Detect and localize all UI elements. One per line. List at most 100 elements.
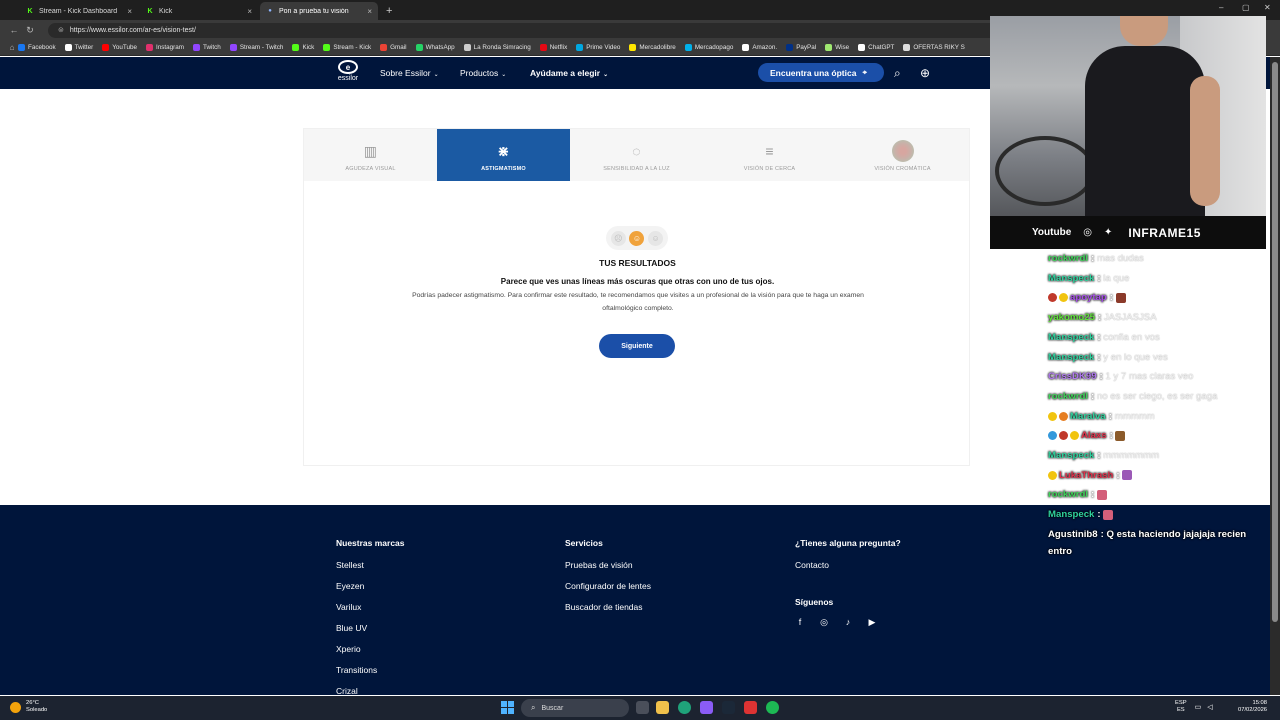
chat-message: Maralva: mmmmm — [1048, 407, 1262, 427]
minimize-icon[interactable]: – — [1219, 3, 1223, 12]
find-optician-button[interactable]: Encuentra una óptica ⌖ — [758, 63, 884, 82]
facebook-icon[interactable]: f — [795, 617, 805, 628]
footer-services: Servicios Pruebas de visión Configurador… — [565, 538, 651, 623]
reload-icon[interactable]: ↻ — [22, 25, 38, 36]
bookmark-item[interactable]: Gmail — [380, 44, 407, 51]
bookmark-item[interactable]: Facebook — [18, 44, 56, 51]
bookmark-item[interactable]: Stream - Kick — [323, 44, 371, 51]
bookmark-item[interactable]: WhatsApp — [415, 44, 455, 51]
page-scrollbar[interactable] — [1270, 57, 1280, 695]
nav-label: Ayúdame a elegir — [530, 68, 601, 78]
nav-sobre-essilor[interactable]: Sobre Essilor ⌄ — [380, 68, 439, 78]
windows-start-icon[interactable] — [501, 701, 514, 714]
close-tab-icon[interactable]: × — [247, 7, 252, 16]
bookmark-item[interactable]: Kick — [292, 44, 314, 51]
footer-link[interactable]: Contacto — [795, 560, 901, 581]
browser-tab[interactable]: ● Pon a prueba tu visión × — [260, 2, 378, 20]
bookmark-item[interactable]: Netflix — [539, 44, 567, 51]
bookmark-item[interactable]: Prime Video — [576, 44, 620, 51]
bookmark-item[interactable]: ChatGPT — [858, 44, 894, 51]
chat-username: Agustinib8 — [1048, 528, 1098, 540]
nav-label: Productos — [460, 68, 499, 78]
chat-emote-icon — [1115, 292, 1126, 303]
bookmark-item[interactable]: Instagram — [145, 44, 184, 51]
footer-heading: ¿Tienes alguna pregunta? — [795, 538, 901, 548]
tab-astigmatismo[interactable]: ⋇ ASTIGMATISMO — [437, 129, 570, 181]
stream-handle: INFRAME15 — [1128, 225, 1201, 240]
globe-icon[interactable]: ⊕ — [920, 66, 930, 80]
language-indicator[interactable]: ESP ES — [1175, 700, 1187, 714]
file-explorer-icon[interactable] — [656, 701, 669, 714]
browser-tab-label: Pon a prueba tu visión — [279, 7, 349, 15]
taskbar-clock[interactable]: 15:08 07/02/2026 — [1238, 700, 1267, 714]
obs-icon[interactable] — [744, 701, 757, 714]
search-icon: ⌕ — [531, 703, 536, 712]
bookmark-item[interactable]: YouTube — [102, 44, 137, 51]
maximize-icon[interactable]: ▢ — [1242, 3, 1250, 12]
footer-link[interactable]: Crizal — [336, 686, 405, 695]
tab-sensibilidad-luz[interactable]: ◌ SENSIBILIDAD A LA LUZ — [570, 129, 703, 181]
url-field[interactable]: ⊜ https://www.essilor.com/ar-es/vision-t… — [48, 22, 998, 38]
tab-vision-cerca[interactable]: ≡ VISIÓN DE CERCA — [703, 129, 836, 181]
taskbar-search[interactable]: ⌕ Buscar — [521, 699, 629, 717]
task-view-icon[interactable] — [636, 701, 649, 714]
footer-link[interactable]: Pruebas de visión — [565, 560, 651, 581]
bookmark-item[interactable]: Mercadopago — [684, 44, 733, 51]
bookmark-item[interactable]: OFERTAS RIKY S — [903, 44, 965, 51]
tiktok-icon[interactable]: ♪ — [843, 617, 853, 628]
bookmark-item[interactable]: Stream - Twitch — [229, 44, 283, 51]
bookmark-favicon-icon — [684, 44, 692, 51]
youtube-icon[interactable]: ▶ — [867, 617, 877, 628]
nav-ayudame-a-elegir[interactable]: Ayúdame a elegir ⌄ — [530, 68, 608, 78]
spotify-icon[interactable] — [766, 701, 779, 714]
browser-tab[interactable]: K Stream - Kick Dashboard × — [20, 2, 138, 20]
network-icon[interactable]: ▭ — [1195, 704, 1202, 711]
chat-badge-icon — [1070, 431, 1079, 441]
nav-productos[interactable]: Productos ⌄ — [460, 68, 506, 78]
discord-icon[interactable] — [700, 701, 713, 714]
weather-temp: 26°C — [26, 700, 39, 706]
site-info-icon[interactable]: ⊜ — [58, 26, 64, 34]
tab-vision-cromatica[interactable]: VISIÓN CROMÁTICA — [836, 129, 969, 181]
bookmark-label: WhatsApp — [425, 44, 455, 51]
chat-username: apoytap — [1070, 292, 1107, 304]
essilor-logo[interactable]: e essilor — [335, 60, 361, 86]
next-button[interactable]: Siguiente — [599, 334, 675, 358]
weather-widget[interactable]: 26°C Soleado — [10, 700, 47, 714]
close-tab-icon[interactable]: × — [367, 7, 372, 16]
bookmark-item[interactable]: Mercadolibre — [629, 44, 676, 51]
bookmark-item[interactable]: La Ronda Simracing — [463, 44, 531, 51]
bookmark-item[interactable]: Twitter — [64, 44, 93, 51]
footer-link[interactable]: Varilux — [336, 602, 405, 623]
bookmark-item[interactable]: PayPal — [786, 44, 816, 51]
footer-link[interactable]: Buscador de tiendas — [565, 602, 651, 623]
instagram-icon[interactable]: ◎ — [819, 617, 829, 628]
bookmark-favicon-icon — [323, 44, 331, 51]
new-tab-button[interactable]: + — [386, 2, 392, 20]
footer-link[interactable]: Blue UV — [336, 623, 405, 644]
bookmark-favicon-icon — [629, 44, 637, 51]
tab-agudeza-visual[interactable]: ▥ AGUDEZA VISUAL — [304, 129, 437, 181]
footer-link[interactable]: Configurador de lentes — [565, 581, 651, 602]
bookmark-item[interactable]: Amazon. — [742, 44, 777, 51]
scrollbar-thumb[interactable] — [1272, 62, 1278, 622]
footer-link[interactable]: Eyezen — [336, 581, 405, 602]
close-window-icon[interactable]: ✕ — [1264, 3, 1271, 12]
bookmark-label: PayPal — [796, 44, 817, 51]
close-tab-icon[interactable]: × — [127, 7, 132, 16]
volume-icon[interactable]: ◁ — [1207, 704, 1212, 711]
browser-tab[interactable]: K Kick × — [140, 2, 258, 20]
search-icon[interactable]: ⌕ — [894, 66, 901, 81]
bookmark-item[interactable]: Twitch — [192, 44, 221, 51]
apps-icon[interactable]: ⌂ — [6, 43, 18, 52]
steam-icon[interactable] — [722, 701, 735, 714]
sad-face-icon: ☹ — [610, 230, 626, 246]
footer-link[interactable]: Xperio — [336, 644, 405, 665]
back-icon[interactable]: ← — [6, 25, 22, 35]
chat-username: Manspeck — [1048, 509, 1095, 521]
chat-badge-icon — [1059, 431, 1068, 441]
bookmark-item[interactable]: Wise — [825, 44, 849, 51]
footer-link[interactable]: Transitions — [336, 665, 405, 686]
edge-browser-icon[interactable] — [678, 701, 691, 714]
footer-link[interactable]: Stellest — [336, 560, 405, 581]
